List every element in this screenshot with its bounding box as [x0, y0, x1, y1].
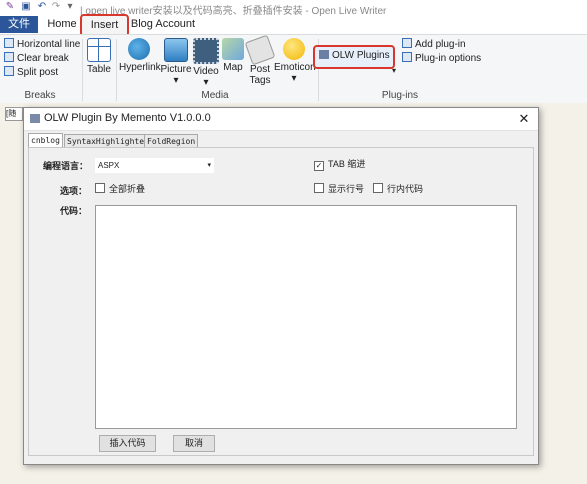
- map-button[interactable]: Map: [222, 38, 244, 73]
- plugin-icon: [319, 50, 329, 59]
- add-plugin-icon: [402, 38, 412, 48]
- post-tags-button[interactable]: Post Tags: [244, 34, 276, 86]
- clear-break-button[interactable]: Clear break: [4, 52, 69, 65]
- redo-icon[interactable]: ↷: [50, 1, 62, 13]
- picture-dropdown-icon[interactable]: ▾: [160, 75, 192, 86]
- tab-blog-account[interactable]: Blog Account: [128, 16, 198, 33]
- language-select[interactable]: ASPX ▾: [95, 158, 214, 173]
- group-label-plugins: Plug-ins: [381, 90, 419, 101]
- emoticon-icon: [283, 38, 305, 60]
- code-textarea[interactable]: [95, 205, 517, 429]
- tab-indent-checkbox[interactable]: ✓ TAB 缩进: [314, 159, 365, 171]
- emoticon-button[interactable]: Emoticon ▾: [274, 38, 316, 84]
- video-button[interactable]: Video ▾: [192, 38, 220, 88]
- ribbon-tabs: 文件 Home Insert Blog Account: [0, 14, 587, 37]
- tab-file[interactable]: 文件: [0, 16, 38, 33]
- fold-all-checkbox[interactable]: 全部折叠: [95, 183, 145, 195]
- save-icon[interactable]: ▣: [20, 1, 32, 13]
- split-post-button[interactable]: Split post: [4, 66, 58, 79]
- insert-code-button[interactable]: 插入代码: [99, 435, 156, 452]
- plugin-options-button[interactable]: Plug-in options: [402, 52, 481, 65]
- divider: [82, 39, 83, 101]
- inline-code-checkbox[interactable]: 行内代码: [373, 183, 423, 195]
- tab-cnblog[interactable]: cnblog: [28, 133, 63, 148]
- group-label-breaks: Breaks: [24, 90, 56, 101]
- code-label: 代码：: [60, 206, 88, 216]
- dialog-title-bar: OLW Plugin By Memento V1.0.0.0 ✕: [24, 108, 538, 131]
- clear-break-icon: [4, 52, 14, 62]
- split-post-icon: [4, 66, 14, 76]
- horizontal-line-button[interactable]: Horizontal line: [4, 38, 80, 51]
- chevron-down-icon: ▾: [207, 162, 211, 169]
- checkbox-checked-icon: ✓: [314, 161, 324, 171]
- tab-syntaxhighlighter[interactable]: SyntaxHighlighter: [64, 134, 152, 148]
- plugins-gallery-dropdown-icon[interactable]: ▾: [392, 64, 396, 77]
- tab-home[interactable]: Home: [42, 16, 82, 33]
- horizontal-line-icon: [4, 38, 14, 48]
- category-tag-field[interactable]: [随笔: [5, 107, 23, 121]
- app-icon: ✎: [5, 1, 15, 12]
- group-label-media: Media: [201, 90, 229, 101]
- olw-plugins-button[interactable]: OLW Plugins: [313, 45, 395, 69]
- undo-icon[interactable]: ↶: [36, 1, 48, 13]
- plugin-options-icon: [402, 52, 412, 62]
- quick-access-dropdown-icon[interactable]: ▾: [64, 1, 76, 13]
- video-dropdown-icon[interactable]: ▾: [192, 77, 220, 88]
- picture-button[interactable]: Picture ▾: [160, 38, 192, 86]
- table-button[interactable]: Table: [86, 38, 112, 75]
- show-line-numbers-checkbox[interactable]: 显示行号: [314, 183, 364, 195]
- video-icon: [193, 38, 219, 64]
- language-label: 编程语言：: [43, 161, 89, 171]
- dialog-app-icon: [30, 114, 40, 123]
- map-icon: [222, 38, 244, 60]
- close-icon[interactable]: ✕: [515, 110, 533, 128]
- cancel-button[interactable]: 取消: [173, 435, 215, 452]
- ribbon: Horizontal line Clear break Split post B…: [0, 34, 587, 104]
- olw-plugin-dialog: OLW Plugin By Memento V1.0.0.0 ✕ cnblog …: [23, 107, 539, 465]
- hyperlink-button[interactable]: Hyperlink: [119, 38, 161, 73]
- picture-icon: [164, 38, 188, 62]
- divider: [116, 39, 117, 101]
- hyperlink-icon: [128, 38, 150, 60]
- options-label: 选项：: [60, 186, 88, 196]
- cnblog-panel: 编程语言： ASPX ▾ ✓ TAB 缩进 选项： 全部折叠 显示行号 行内代码 …: [28, 147, 534, 456]
- table-icon: [87, 38, 111, 62]
- add-plugin-button[interactable]: Add plug-in: [402, 38, 466, 51]
- dialog-title: OLW Plugin By Memento V1.0.0.0: [44, 112, 211, 124]
- tab-foldregion[interactable]: FoldRegion: [144, 134, 199, 148]
- emoticon-dropdown-icon[interactable]: ▾: [274, 73, 314, 84]
- tag-icon: [244, 34, 276, 66]
